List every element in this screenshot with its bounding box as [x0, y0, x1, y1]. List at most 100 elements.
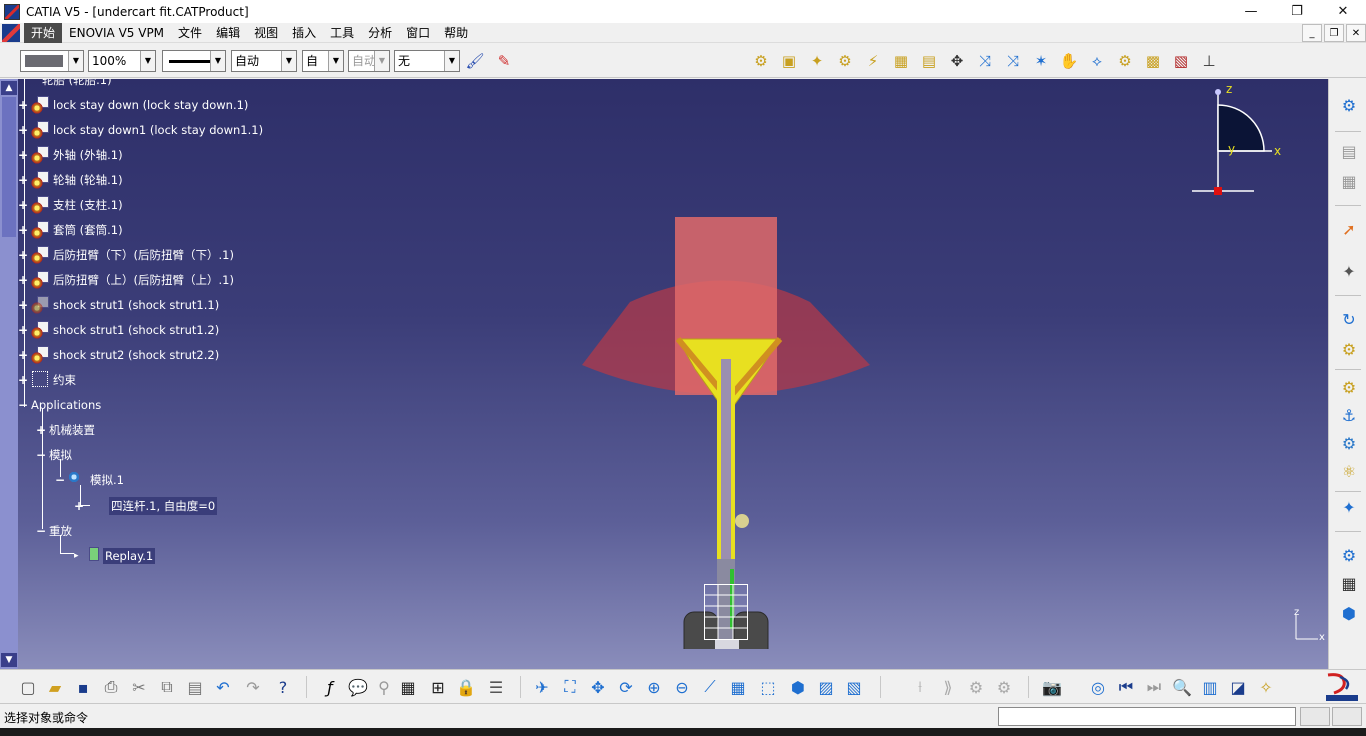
- tree-item-constraints[interactable]: + 约束: [18, 371, 76, 389]
- tree-item-outer-axle[interactable]: + 外轴 (外轴.1): [18, 146, 123, 164]
- render-style-combo[interactable]: 无 ▼: [394, 50, 460, 72]
- fix-component-icon[interactable]: ⊥: [1198, 50, 1220, 72]
- menu-window[interactable]: 窗口: [399, 23, 437, 43]
- replace-component-icon[interactable]: ⚙: [834, 50, 856, 72]
- open-folder-icon[interactable]: ▰: [43, 675, 67, 699]
- color-combo[interactable]: ▼: [20, 50, 84, 72]
- whats-this-icon[interactable]: ?: [271, 675, 295, 699]
- compile-simulation-icon[interactable]: ↻: [1337, 307, 1361, 331]
- component-icon[interactable]: ▣: [778, 50, 800, 72]
- new-file-icon[interactable]: ▢: [16, 675, 40, 699]
- stop-manipulate-icon[interactable]: ✋: [1058, 50, 1080, 72]
- environment-icon[interactable]: ◪: [1226, 675, 1250, 699]
- tree-item-strut[interactable]: + 支柱 (支柱.1): [18, 196, 123, 214]
- explode-icon[interactable]: ✶: [1030, 50, 1052, 72]
- expand-icon[interactable]: ▸: [74, 551, 85, 562]
- tree-item-partial[interactable]: 轮胎 (轮胎.1): [42, 79, 112, 89]
- expand-icon[interactable]: +: [18, 374, 29, 386]
- tree-item-lock-stay-down[interactable]: + lock stay down (lock stay down.1): [18, 96, 248, 114]
- measure-item-icon[interactable]: ⟫: [936, 675, 960, 699]
- tree-item-replay-1[interactable]: ▸ Replay.1: [74, 547, 156, 565]
- minimize-button[interactable]: —: [1228, 0, 1274, 23]
- menu-edit[interactable]: 编辑: [209, 23, 247, 43]
- target-icon[interactable]: ◎: [1086, 675, 1110, 699]
- design-table-icon[interactable]: ▦: [396, 675, 420, 699]
- tree-item-torque-arm-upper[interactable]: + 后防扭臂（上）(后防扭臂（上）.1): [18, 271, 234, 289]
- status-button-2[interactable]: [1332, 707, 1362, 726]
- menu-tools[interactable]: 工具: [323, 23, 361, 43]
- maximize-button[interactable]: ❐: [1274, 0, 1320, 23]
- tree-item-applications[interactable]: − Applications: [18, 396, 101, 414]
- search-icon[interactable]: 🔍: [1170, 675, 1194, 699]
- product-icon[interactable]: ⚙: [750, 50, 772, 72]
- expand-icon[interactable]: +: [18, 149, 29, 161]
- snap-icon[interactable]: ⤨: [974, 50, 996, 72]
- paste-icon[interactable]: ▤: [183, 675, 207, 699]
- trace-icon[interactable]: ▦: [1337, 571, 1361, 595]
- catalog-icon[interactable]: ▤: [1337, 139, 1361, 163]
- select-arrow-icon[interactable]: ➚: [1337, 217, 1361, 241]
- speed-acceleration-icon[interactable]: ✦: [1337, 495, 1361, 519]
- 3d-viewport[interactable]: ▲ ▼ 轮胎 (轮胎.1) + lock stay down (lock sta…: [0, 79, 1328, 669]
- fixed-part-icon[interactable]: ⚓: [1337, 403, 1361, 427]
- fly-mode-icon[interactable]: ✈: [530, 675, 554, 699]
- menu-insert[interactable]: 插入: [285, 23, 323, 43]
- angle-constraint-icon[interactable]: ▧: [1170, 50, 1192, 72]
- expand-icon[interactable]: +: [18, 174, 29, 186]
- fit-all-icon[interactable]: ⛶: [558, 675, 582, 699]
- redo-icon[interactable]: ↷: [241, 675, 265, 699]
- swept-volume-icon[interactable]: ⬢: [1337, 601, 1361, 625]
- tree-item-wheel-axle[interactable]: + 轮轴 (轮轴.1): [18, 171, 123, 189]
- tree-item-shock-strut2[interactable]: + shock strut2 (shock strut2.2): [18, 346, 219, 364]
- transparency-combo[interactable]: 100% ▼: [88, 50, 156, 72]
- tree-scrollbar[interactable]: ▲ ▼: [0, 79, 18, 669]
- scroll-down-icon[interactable]: ▼: [1, 653, 17, 667]
- menu-view[interactable]: 视图: [247, 23, 285, 43]
- analysis-icon[interactable]: ⚙: [992, 675, 1016, 699]
- painter-icon[interactable]: 🖌: [464, 50, 486, 72]
- select-mode-icon[interactable]: ✦: [1337, 259, 1361, 283]
- apply-material-icon[interactable]: ▥: [1198, 675, 1222, 699]
- print-icon[interactable]: ⎙: [99, 675, 123, 699]
- shading-icon[interactable]: ⬢: [786, 675, 810, 699]
- measure-between-icon[interactable]: ⟊: [908, 675, 932, 699]
- cut-icon[interactable]: ✂: [127, 675, 151, 699]
- tree-expand-icon[interactable]: ⊞: [426, 675, 450, 699]
- expand-icon[interactable]: +: [74, 500, 85, 512]
- knowledge-icon[interactable]: ⚲: [372, 675, 396, 699]
- menu-enovia[interactable]: ENOVIA V5 VPM: [62, 23, 171, 43]
- tree-item-sleeve[interactable]: + 套筒 (套筒.1): [18, 221, 123, 239]
- document-icon[interactable]: [2, 23, 20, 42]
- expand-icon[interactable]: +: [36, 424, 47, 436]
- formula-icon[interactable]: ƒ: [318, 675, 342, 699]
- joints-icon[interactable]: ⚙: [1337, 431, 1361, 455]
- capture-icon[interactable]: 📷: [1040, 675, 1064, 699]
- simulate-icon[interactable]: ⚙: [1337, 337, 1361, 361]
- swap-visible-icon[interactable]: ▧: [842, 675, 866, 699]
- copy-icon[interactable]: ⧉: [155, 675, 179, 699]
- graph-tree-reorder-icon[interactable]: ⚡: [862, 50, 884, 72]
- zoom-out-icon[interactable]: ⊖: [670, 675, 694, 699]
- tree-item-simulation[interactable]: − 模拟: [36, 446, 72, 464]
- normal-view-icon[interactable]: ⟋: [698, 675, 722, 699]
- status-button-1[interactable]: [1300, 707, 1330, 726]
- collapse-icon[interactable]: −: [55, 474, 66, 486]
- comment-icon[interactable]: 💬: [346, 675, 370, 699]
- light-icon[interactable]: ✧: [1254, 675, 1278, 699]
- pan-icon[interactable]: ✥: [586, 675, 610, 699]
- multi-instantiation-icon[interactable]: ▤: [918, 50, 940, 72]
- measure-inertia-icon[interactable]: ⚙: [964, 675, 988, 699]
- collapse-icon[interactable]: −: [36, 449, 47, 461]
- tree-item-replay[interactable]: − 重放: [36, 522, 72, 540]
- line-type-combo[interactable]: 自动 ▼: [231, 50, 297, 72]
- scroll-thumb[interactable]: [2, 97, 16, 237]
- menu-file[interactable]: 文件: [171, 23, 209, 43]
- tree-item-lock-stay-down1[interactable]: + lock stay down1 (lock stay down1.1): [18, 121, 263, 139]
- undo-icon[interactable]: ↶: [211, 675, 235, 699]
- coincidence-constraint-icon[interactable]: ⟡: [1086, 50, 1108, 72]
- zoom-in-icon[interactable]: ⊕: [642, 675, 666, 699]
- line-thickness-combo[interactable]: ▼: [162, 50, 226, 72]
- doc-minimize-button[interactable]: _: [1302, 24, 1322, 42]
- expand-icon[interactable]: +: [18, 324, 29, 336]
- skip-back-icon[interactable]: ⏮: [1114, 675, 1138, 699]
